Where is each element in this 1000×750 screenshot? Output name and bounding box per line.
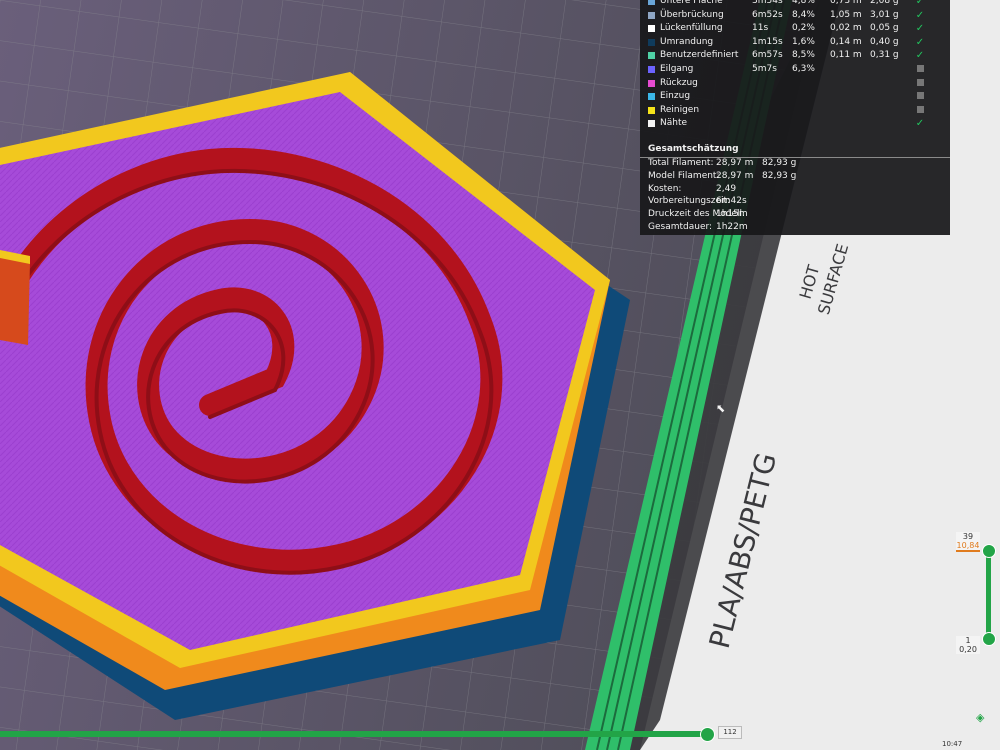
- legend-feature-length: 0,14 m: [830, 36, 862, 47]
- legend-feature-length: 1,05 m: [830, 9, 862, 20]
- estimate-value: 2,49: [716, 183, 737, 194]
- legend-feature-name: Einzug: [660, 91, 691, 102]
- legend-feature-weight: 2,08 g: [870, 0, 899, 6]
- legend-visibility-checkbox[interactable]: ✓: [915, 9, 925, 21]
- move-slider-thumb[interactable]: [700, 727, 715, 742]
- legend-feature-percent: 8,5%: [792, 50, 815, 61]
- legend-feature-length: 0,11 m: [830, 50, 862, 61]
- legend-feature-name: Überbrückung: [660, 9, 724, 20]
- estimate-label: Total Filament:: [648, 158, 714, 168]
- estimate-value: 1h22m: [716, 222, 748, 232]
- legend-row: Untere Fläche 3m54s 4,8% 0,73 m 2,08 g ✓: [640, 0, 950, 8]
- legend-feature-time: 6m52s: [752, 9, 783, 20]
- legend-feature-weight: 0,40 g: [870, 36, 899, 47]
- estimate-label: Gesamtdauer:: [648, 222, 713, 232]
- estimate-title: Gesamtschätzung: [648, 144, 739, 154]
- legend-feature-weight: 3,01 g: [870, 9, 899, 20]
- legend-color-swatch: [648, 0, 655, 5]
- legend-color-swatch: [648, 66, 655, 73]
- legend-row: Überbrückung 6m52s 8,4% 1,05 m 3,01 g ✓: [640, 9, 950, 22]
- legend-row: Benutzerdefiniert 6m57s 8,5% 0,11 m 0,31 g ✓: [640, 49, 950, 62]
- legend-row: Rückzug: [640, 77, 950, 90]
- estimate-value: 1h15m: [716, 209, 748, 220]
- legend-visibility-checkbox[interactable]: ✓: [915, 22, 925, 34]
- legend-feature-name: Nähte: [660, 118, 688, 129]
- legend-color-swatch: [648, 79, 655, 87]
- legend-feature-name: Benutzerdefiniert: [660, 50, 739, 61]
- legend-feature-name: Untere Fläche: [660, 0, 723, 6]
- legend-row: Eilgang 5m7s 6,3%: [640, 63, 950, 76]
- move-slider-value: 112: [718, 726, 742, 739]
- estimate-value-weight: 82,93 g: [762, 170, 797, 181]
- model-edge-block: [0, 255, 30, 345]
- estimate-label: Kosten:: [648, 183, 682, 194]
- legend-feature-percent: 1,6%: [792, 36, 815, 47]
- estimate-value: 28,97 m: [716, 170, 754, 181]
- legend-feature-time: 3m54s: [752, 0, 783, 6]
- legend-feature-percent: 0,2%: [792, 23, 815, 34]
- legend-feature-time: 11s: [752, 23, 769, 34]
- legend-visibility-checkbox[interactable]: [917, 105, 924, 113]
- legend-visibility-checkbox[interactable]: ✓: [915, 117, 925, 129]
- legend-visibility-checkbox[interactable]: [917, 92, 924, 100]
- legend-row: Einzug: [640, 90, 950, 103]
- legend-color-swatch: [648, 93, 655, 101]
- legend-row: Lückenfüllung 11s 0,2% 0,02 m 0,05 g ✓: [640, 22, 950, 35]
- move-slider[interactable]: 112: [0, 724, 760, 750]
- legend-feature-time: 5m7s: [752, 64, 777, 74]
- legend-color-swatch: [648, 11, 655, 19]
- estimate-value: 6m42s: [716, 196, 747, 207]
- legend-row: Reinigen: [640, 104, 950, 117]
- move-slider-track[interactable]: [0, 731, 708, 737]
- layer-bottom-height: 0,20: [959, 645, 977, 654]
- taskbar-clock: 10:47: [942, 740, 963, 748]
- layer-bottom-label: 1 0,20: [956, 636, 980, 654]
- legend-color-swatch: [648, 52, 655, 60]
- legend-visibility-checkbox[interactable]: [917, 65, 924, 72]
- legend-feature-name: Lückenfüllung: [660, 23, 723, 34]
- layer-top-thumb[interactable]: [982, 544, 996, 558]
- legend-visibility-checkbox[interactable]: [917, 78, 924, 86]
- estimate-value-weight: 82,93 g: [762, 158, 797, 168]
- layer-top-label: 39 10,84: [956, 532, 980, 552]
- legend-feature-length: 0,02 m: [830, 23, 862, 34]
- legend-row: Nähte ✓: [640, 117, 950, 130]
- legend-feature-name: Rückzug: [660, 77, 698, 88]
- legend-color-swatch: [648, 38, 655, 46]
- mouse-cursor-icon: ⬉: [716, 402, 726, 415]
- legend-feature-name: Reinigen: [660, 104, 700, 115]
- legend-feature-weight: 0,05 g: [870, 23, 899, 34]
- legend-feature-percent: 6,3%: [792, 64, 815, 74]
- legend-feature-name: Umrandung: [660, 36, 714, 47]
- legend-feature-name: Eilgang: [660, 64, 694, 74]
- legend-row: Umrandung 1m15s 1,6% 0,14 m 0,40 g ✓: [640, 36, 950, 49]
- layer-slider-track[interactable]: [986, 550, 991, 640]
- legend-feature-percent: 4,8%: [792, 0, 815, 6]
- estimate-value: 28,97 m: [716, 158, 754, 168]
- layers-icon[interactable]: ◈: [976, 712, 988, 724]
- legend-feature-weight: 0,31 g: [870, 50, 899, 61]
- legend-visibility-checkbox[interactable]: ✓: [915, 36, 925, 48]
- legend-panel: Untere Fläche 3m54s 4,8% 0,73 m 2,08 g ✓ Überb…: [640, 0, 950, 235]
- legend-feature-length: 0,73 m: [830, 0, 862, 6]
- layer-bottom-number: 1: [965, 636, 971, 645]
- estimate-label: Model Filament:: [648, 170, 720, 181]
- legend-color-swatch: [648, 25, 655, 33]
- legend-color-swatch: [648, 120, 655, 128]
- layer-slider[interactable]: 39 10,84 1 0,20: [930, 520, 1000, 720]
- legend-visibility-checkbox[interactable]: ✓: [915, 49, 925, 61]
- layer-top-number: 39: [962, 532, 974, 541]
- layer-bottom-thumb[interactable]: [982, 632, 996, 646]
- legend-visibility-checkbox[interactable]: ✓: [915, 0, 925, 7]
- layer-top-height: 10,84: [956, 541, 980, 550]
- legend-color-swatch: [648, 106, 655, 114]
- legend-feature-percent: 8,4%: [792, 9, 815, 20]
- legend-feature-time: 6m57s: [752, 50, 783, 61]
- legend-feature-time: 1m15s: [752, 36, 783, 47]
